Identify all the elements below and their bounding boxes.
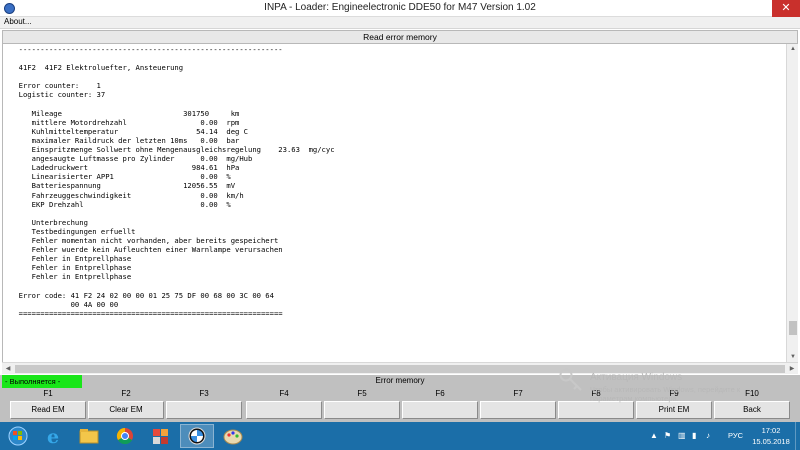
text-line: Error counter: 1: [10, 81, 101, 91]
fkey-f4-button[interactable]: [246, 401, 322, 419]
text-line: Linearisierter APP1 0.00 %: [10, 172, 231, 182]
file-explorer-icon: [79, 429, 99, 444]
fkey-number-label: F2: [121, 389, 131, 398]
text-line: Fehler in Entprellphase: [10, 263, 132, 273]
text-line: [10, 209, 335, 218]
tray-language[interactable]: РУС: [728, 431, 743, 440]
tray-battery-icon[interactable]: ▮: [692, 431, 696, 440]
fkey-number-label: F5: [357, 389, 367, 398]
text-line: mittlere Motordrehzahl 0.00 rpm: [10, 117, 240, 127]
text-line: Testbedingungen erfuellt: [10, 226, 136, 236]
scroll-up-arrow-icon[interactable]: ▲: [787, 44, 799, 54]
watermark-line2: параметрам компьютера.: [590, 394, 679, 403]
fkey-f9-button[interactable]: Print EM: [636, 401, 712, 419]
text-line: ========================================…: [10, 308, 283, 318]
text-line: Fehler momentan nicht vorhanden, aber be…: [10, 235, 279, 245]
title-bar: INPA - Loader: Engineelectronic DDE50 fo…: [0, 0, 800, 17]
fkey-f6-button[interactable]: [402, 401, 478, 419]
vertical-scroll-thumb[interactable]: [789, 321, 797, 335]
paint-icon: [223, 429, 243, 445]
start-button[interactable]: [2, 424, 36, 448]
taskbar-internet-explorer[interactable]: e: [36, 424, 70, 448]
tray-flag-icon[interactable]: ⚑: [664, 431, 671, 440]
text-line: Fehler in Entprellphase: [10, 272, 132, 282]
fkey-f10-button[interactable]: Back: [714, 401, 790, 419]
fkey-f5: F5: [324, 388, 400, 422]
fkey-f4: F4: [246, 388, 322, 422]
tray-volume-icon[interactable]: ♪: [706, 431, 710, 440]
text-line: Fehler in Entprellphase: [10, 254, 132, 264]
text-line: Mileage 301750 km: [10, 108, 240, 118]
text-line: Unterbrechung: [10, 217, 88, 227]
fkey-f6: F6: [402, 388, 478, 422]
fkey-number-label: F6: [435, 389, 445, 398]
text-line: 41F2 41F2 Elektroluefter, Ansteuerung: [10, 63, 184, 73]
text-line: [10, 281, 335, 290]
text-line: Logistic counter: 37: [10, 90, 106, 100]
svg-text:e: e: [47, 426, 59, 448]
text-line: Kuhlmitteltemperatur 54.14 deg C: [10, 126, 248, 136]
taskbar-chrome[interactable]: [108, 424, 142, 448]
text-line: Fahrzeuggeschwindigkeit 0.00 km/h: [10, 190, 244, 200]
fkey-f7: F7: [480, 388, 556, 422]
text-line: angesaugte Luftmasse pro Zylinder 0.00 m…: [10, 154, 253, 164]
bmw-inpa-icon: [188, 427, 206, 445]
text-line: ----------------------------------------…: [10, 45, 283, 54]
text-line: Ladedruckwert 984.61 hPa: [10, 163, 240, 173]
windows-activation-watermark: Активация Windows Чтобы активировать Win…: [590, 372, 790, 403]
text-line: maximaler Raildruck der letzten 10ms 0.0…: [10, 135, 240, 145]
text-line: Error code: 41 F2 24 02 00 00 01 25 75 D…: [10, 290, 274, 300]
tray-expand-icon[interactable]: ▲: [650, 431, 658, 440]
fkey-number-label: F4: [279, 389, 289, 398]
close-window-button[interactable]: ✕: [772, 0, 800, 17]
fkey-number-label: F7: [513, 389, 523, 398]
taskbar-paint[interactable]: [216, 424, 250, 448]
internet-explorer-icon: e: [47, 426, 59, 448]
fkey-f2-button[interactable]: Clear EM: [88, 401, 164, 419]
tray-time[interactable]: 17:02: [748, 426, 794, 435]
fkey-number-label: F1: [43, 389, 53, 398]
system-tray: ▲ ⚑ ▥ ▮ ♪ РУС 17:02 15.05.2018: [650, 422, 800, 450]
fkey-f8-button[interactable]: [558, 401, 634, 419]
tray-date[interactable]: 15.05.2018: [748, 437, 794, 446]
fkey-f3: F3: [166, 388, 242, 422]
show-desktop-button[interactable]: [795, 422, 800, 450]
puzzle-app-icon: [153, 429, 168, 444]
chrome-icon: [116, 427, 133, 445]
text-line: Fehler wuerde kein Aufleuchten einer War…: [10, 245, 283, 255]
taskbar-bmw-inpa[interactable]: [180, 424, 214, 448]
fkey-f2: F2 Clear EM: [88, 388, 164, 422]
menu-about[interactable]: About...: [4, 17, 32, 26]
scroll-left-arrow-icon[interactable]: ◀: [2, 363, 14, 375]
fkey-f7-button[interactable]: [480, 401, 556, 419]
error-memory-lines: ----------------------------------------…: [10, 45, 335, 318]
text-line: Einspritzmenge Sollwert ohne Mengenausgl…: [10, 145, 335, 155]
text-line: [10, 100, 335, 109]
start-icon: [8, 426, 28, 446]
text-line: 00 4A 00 00: [10, 299, 119, 309]
text-line: [10, 54, 335, 63]
vertical-scrollbar[interactable]: ▲ ▼: [786, 44, 798, 362]
fkey-number-label: F3: [199, 389, 209, 398]
error-memory-text-area: ----------------------------------------…: [2, 44, 786, 362]
text-line: [10, 72, 335, 81]
scroll-down-arrow-icon[interactable]: ▼: [787, 352, 799, 362]
watermark-line1: Чтобы активировать Windows, перейдите к: [590, 385, 741, 394]
taskbar-puzzle-app[interactable]: [144, 424, 178, 448]
watermark-title: Активация Windows: [590, 372, 683, 383]
fkey-f5-button[interactable]: [324, 401, 400, 419]
text-line: EKP Drehzahl 0.00 %: [10, 199, 231, 209]
window-title: INPA - Loader: Engineelectronic DDE50 fo…: [264, 2, 536, 13]
taskbar-file-explorer[interactable]: [72, 424, 106, 448]
fkey-f3-button[interactable]: [166, 401, 242, 419]
screen-header: Read error memory: [2, 30, 798, 44]
menu-bar: About...: [0, 17, 800, 29]
tray-network-icon[interactable]: ▥: [678, 431, 686, 440]
fkey-f1-button[interactable]: Read EM: [10, 401, 86, 419]
fkey-f1: F1 Read EM: [10, 388, 86, 422]
text-line: Batteriespannung 12056.55 mV: [10, 181, 236, 191]
taskbar: e ▲ ⚑ ▥ ▮ ♪ РУС 17:02 15.05.2018: [0, 422, 800, 450]
key-icon: [559, 368, 582, 391]
